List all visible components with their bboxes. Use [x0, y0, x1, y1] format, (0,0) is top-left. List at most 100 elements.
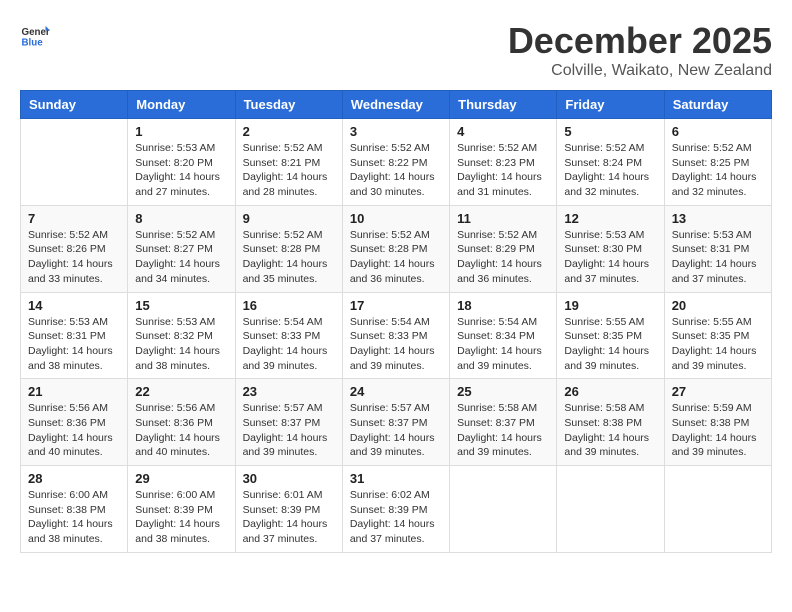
day-cell: 19 Sunrise: 5:55 AM Sunset: 8:35 PM Dayli…: [557, 292, 664, 379]
day-cell: 2 Sunrise: 5:52 AM Sunset: 8:21 PM Daylig…: [235, 119, 342, 206]
day-cell: 16Sunrise: 5:54 AM Sunset: 8:33 PM Dayli…: [235, 292, 342, 379]
day-info: Sunrise: 5:58 AM Sunset: 8:38 PM Dayligh…: [564, 401, 656, 460]
day-number: 29: [135, 471, 227, 486]
week-row-4: 21Sunrise: 5:56 AM Sunset: 8:36 PM Dayli…: [21, 379, 772, 466]
day-cell: 14Sunrise: 5:53 AM Sunset: 8:31 PM Dayli…: [21, 292, 128, 379]
day-info: Sunrise: 5:53 AM Sunset: 8:30 PM Dayligh…: [564, 228, 656, 287]
day-cell: 27 Sunrise: 5:59 AM Sunset: 8:38 PM Dayli…: [664, 379, 771, 466]
logo-icon: General Blue: [20, 20, 50, 50]
day-cell: 20 Sunrise: 5:55 AM Sunset: 8:35 PM Dayli…: [664, 292, 771, 379]
day-info: Sunrise: 6:00 AM Sunset: 8:39 PM Dayligh…: [135, 488, 227, 547]
day-cell: 18 Sunrise: 5:54 AM Sunset: 8:34 PM Dayli…: [450, 292, 557, 379]
day-number: 31: [350, 471, 442, 486]
day-number: 24: [350, 384, 442, 399]
day-cell: 4 Sunrise: 5:52 AM Sunset: 8:23 PM Daylig…: [450, 119, 557, 206]
day-cell: 9 Sunrise: 5:52 AM Sunset: 8:28 PM Daylig…: [235, 205, 342, 292]
day-info: Sunrise: 5:54 AM Sunset: 8:33 PM Dayligh…: [243, 315, 335, 374]
day-cell: 30Sunrise: 6:01 AM Sunset: 8:39 PM Dayli…: [235, 466, 342, 553]
day-info: Sunrise: 6:00 AM Sunset: 8:38 PM Dayligh…: [28, 488, 120, 547]
day-cell: 11 Sunrise: 5:52 AM Sunset: 8:29 PM Dayli…: [450, 205, 557, 292]
day-number: 8: [135, 211, 227, 226]
day-cell: 21Sunrise: 5:56 AM Sunset: 8:36 PM Dayli…: [21, 379, 128, 466]
day-number: 6: [672, 124, 764, 139]
month-title: December 2025: [508, 20, 772, 62]
day-number: 25: [457, 384, 549, 399]
day-info: Sunrise: 5:52 AM Sunset: 8:28 PM Dayligh…: [243, 228, 335, 287]
day-cell: 29 Sunrise: 6:00 AM Sunset: 8:39 PM Dayli…: [128, 466, 235, 553]
day-number: 14: [28, 298, 120, 313]
day-number: 18: [457, 298, 549, 313]
day-info: Sunrise: 5:54 AM Sunset: 8:34 PM Dayligh…: [457, 315, 549, 374]
day-info: Sunrise: 5:52 AM Sunset: 8:24 PM Dayligh…: [564, 141, 656, 200]
day-cell: 26 Sunrise: 5:58 AM Sunset: 8:38 PM Dayli…: [557, 379, 664, 466]
day-cell: 12 Sunrise: 5:53 AM Sunset: 8:30 PM Dayli…: [557, 205, 664, 292]
day-number: 13: [672, 211, 764, 226]
day-number: 15: [135, 298, 227, 313]
day-number: 12: [564, 211, 656, 226]
day-number: 9: [243, 211, 335, 226]
weekday-header-sunday: Sunday: [21, 91, 128, 119]
day-number: 22: [135, 384, 227, 399]
day-info: Sunrise: 5:52 AM Sunset: 8:28 PM Dayligh…: [350, 228, 442, 287]
day-info: Sunrise: 5:52 AM Sunset: 8:26 PM Dayligh…: [28, 228, 120, 287]
day-number: 4: [457, 124, 549, 139]
day-cell: [21, 119, 128, 206]
location-subtitle: Colville, Waikato, New Zealand: [508, 62, 772, 80]
day-info: Sunrise: 5:59 AM Sunset: 8:38 PM Dayligh…: [672, 401, 764, 460]
week-row-3: 14Sunrise: 5:53 AM Sunset: 8:31 PM Dayli…: [21, 292, 772, 379]
day-number: 2: [243, 124, 335, 139]
day-info: Sunrise: 5:52 AM Sunset: 8:21 PM Dayligh…: [243, 141, 335, 200]
weekday-header-saturday: Saturday: [664, 91, 771, 119]
day-info: Sunrise: 5:57 AM Sunset: 8:37 PM Dayligh…: [243, 401, 335, 460]
day-cell: 23 Sunrise: 5:57 AM Sunset: 8:37 PM Dayli…: [235, 379, 342, 466]
day-cell: 17 Sunrise: 5:54 AM Sunset: 8:33 PM Dayli…: [342, 292, 449, 379]
day-cell: 28 Sunrise: 6:00 AM Sunset: 8:38 PM Dayli…: [21, 466, 128, 553]
day-info: Sunrise: 5:52 AM Sunset: 8:25 PM Dayligh…: [672, 141, 764, 200]
day-info: Sunrise: 5:58 AM Sunset: 8:37 PM Dayligh…: [457, 401, 549, 460]
day-info: Sunrise: 5:52 AM Sunset: 8:29 PM Dayligh…: [457, 228, 549, 287]
day-cell: 10 Sunrise: 5:52 AM Sunset: 8:28 PM Dayli…: [342, 205, 449, 292]
day-number: 28: [28, 471, 120, 486]
day-number: 3: [350, 124, 442, 139]
day-info: Sunrise: 5:54 AM Sunset: 8:33 PM Dayligh…: [350, 315, 442, 374]
day-number: 27: [672, 384, 764, 399]
day-info: Sunrise: 5:53 AM Sunset: 8:32 PM Dayligh…: [135, 315, 227, 374]
day-cell: 1 Sunrise: 5:53 AM Sunset: 8:20 PM Daylig…: [128, 119, 235, 206]
day-number: 17: [350, 298, 442, 313]
day-info: Sunrise: 6:01 AM Sunset: 8:39 PM Dayligh…: [243, 488, 335, 547]
day-cell: [450, 466, 557, 553]
day-cell: 15 Sunrise: 5:53 AM Sunset: 8:32 PM Dayli…: [128, 292, 235, 379]
day-number: 11: [457, 211, 549, 226]
day-number: 26: [564, 384, 656, 399]
title-area: December 2025 Colville, Waikato, New Zea…: [508, 20, 772, 80]
day-cell: 31 Sunrise: 6:02 AM Sunset: 8:39 PM Dayli…: [342, 466, 449, 553]
header: General Blue December 2025 Colville, Wai…: [20, 20, 772, 80]
day-info: Sunrise: 5:56 AM Sunset: 8:36 PM Dayligh…: [28, 401, 120, 460]
day-cell: [664, 466, 771, 553]
day-info: Sunrise: 5:53 AM Sunset: 8:31 PM Dayligh…: [672, 228, 764, 287]
day-number: 20: [672, 298, 764, 313]
calendar: SundayMondayTuesdayWednesdayThursdayFrid…: [20, 90, 772, 553]
day-cell: 22 Sunrise: 5:56 AM Sunset: 8:36 PM Dayli…: [128, 379, 235, 466]
day-info: Sunrise: 5:55 AM Sunset: 8:35 PM Dayligh…: [564, 315, 656, 374]
day-cell: 3 Sunrise: 5:52 AM Sunset: 8:22 PM Daylig…: [342, 119, 449, 206]
day-info: Sunrise: 6:02 AM Sunset: 8:39 PM Dayligh…: [350, 488, 442, 547]
day-info: Sunrise: 5:56 AM Sunset: 8:36 PM Dayligh…: [135, 401, 227, 460]
day-number: 19: [564, 298, 656, 313]
day-cell: 5 Sunrise: 5:52 AM Sunset: 8:24 PM Daylig…: [557, 119, 664, 206]
day-info: Sunrise: 5:52 AM Sunset: 8:27 PM Dayligh…: [135, 228, 227, 287]
weekday-header-monday: Monday: [128, 91, 235, 119]
day-info: Sunrise: 5:57 AM Sunset: 8:37 PM Dayligh…: [350, 401, 442, 460]
day-info: Sunrise: 5:52 AM Sunset: 8:22 PM Dayligh…: [350, 141, 442, 200]
day-cell: 24 Sunrise: 5:57 AM Sunset: 8:37 PM Dayli…: [342, 379, 449, 466]
svg-text:Blue: Blue: [22, 38, 44, 49]
day-number: 1: [135, 124, 227, 139]
day-number: 23: [243, 384, 335, 399]
day-cell: 25 Sunrise: 5:58 AM Sunset: 8:37 PM Dayli…: [450, 379, 557, 466]
logo: General Blue: [20, 20, 50, 50]
day-info: Sunrise: 5:52 AM Sunset: 8:23 PM Dayligh…: [457, 141, 549, 200]
day-info: Sunrise: 5:55 AM Sunset: 8:35 PM Dayligh…: [672, 315, 764, 374]
day-number: 10: [350, 211, 442, 226]
day-info: Sunrise: 5:53 AM Sunset: 8:20 PM Dayligh…: [135, 141, 227, 200]
day-number: 5: [564, 124, 656, 139]
